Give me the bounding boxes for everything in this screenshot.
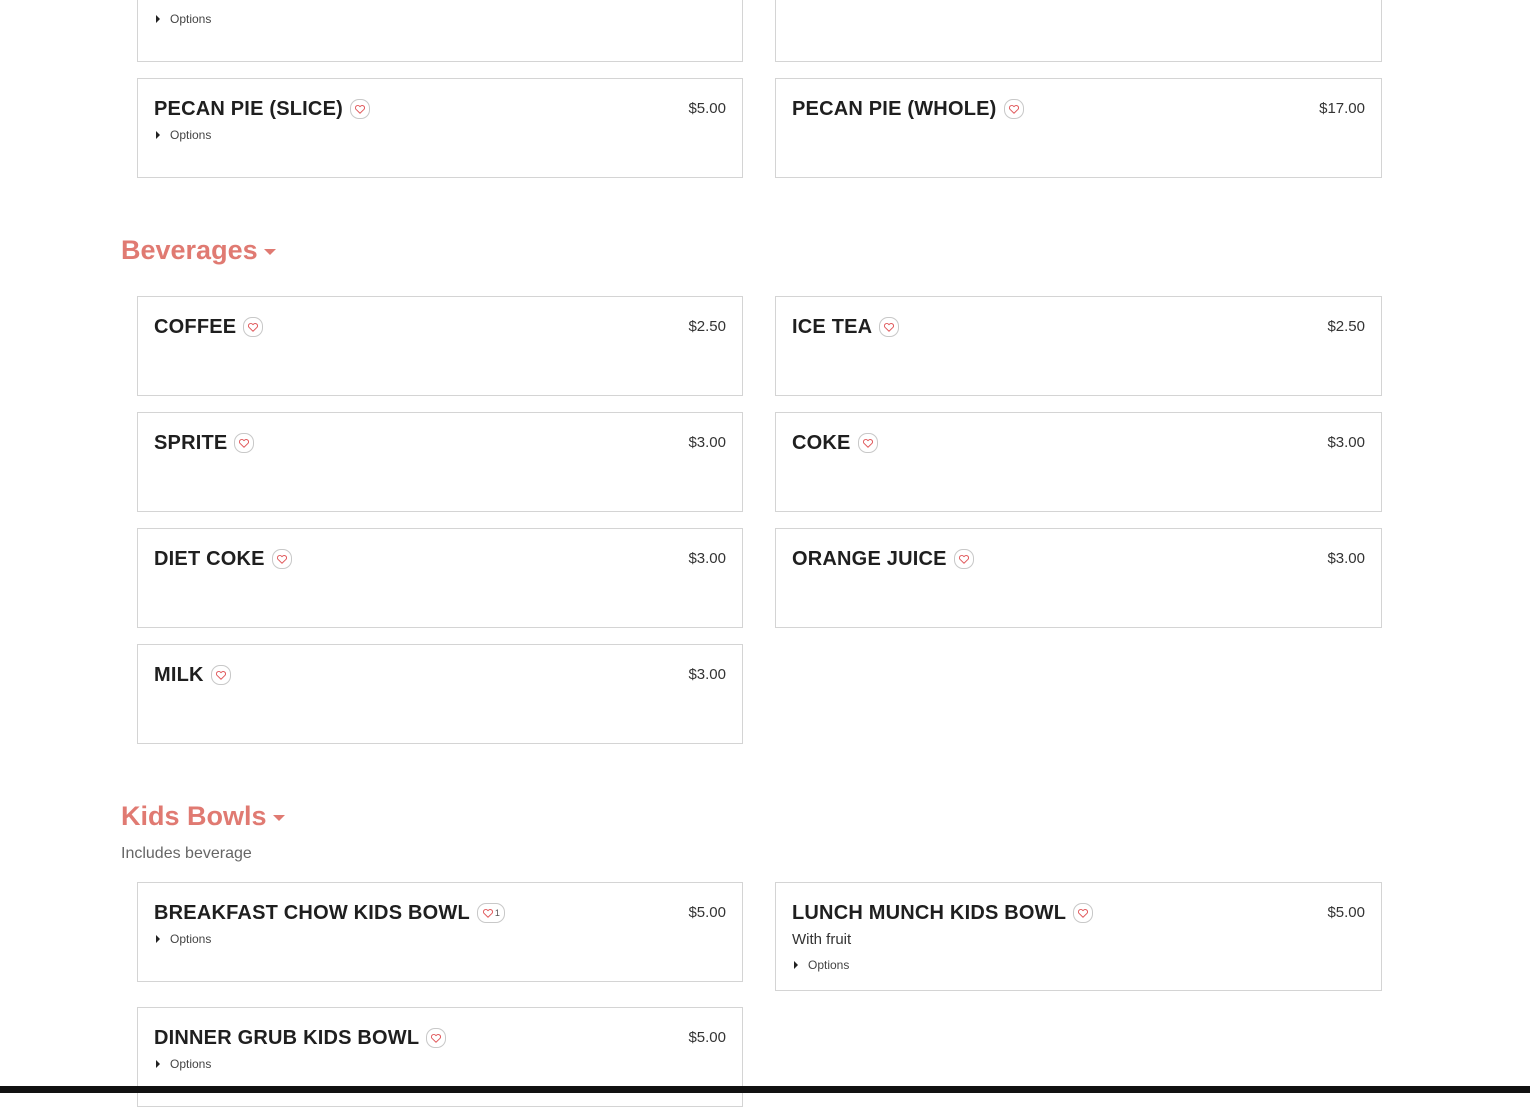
- item-description: With fruit: [792, 931, 852, 948]
- heart-outline-icon: [1008, 105, 1019, 114]
- menu-item-card[interactable]: BREAKFAST CHOW KIDS BOWL 1 $5.00 Options: [137, 882, 743, 982]
- item-price: $5.00: [688, 904, 726, 921]
- favorite-button[interactable]: [210, 665, 231, 685]
- menu-item-card[interactable]: MILK $3.00: [137, 644, 743, 744]
- favorite-count: 1: [494, 908, 500, 918]
- item-name: ORANGE JUICE: [792, 548, 947, 570]
- item-price: $3.00: [1327, 434, 1365, 451]
- bottom-bar: [0, 1086, 1530, 1093]
- menu-item-card[interactable]: PECAN PIE (SLICE) $5.00 Options: [137, 78, 743, 178]
- options-toggle[interactable]: Options: [156, 932, 211, 946]
- heart-outline-icon: [482, 909, 493, 918]
- favorite-button[interactable]: 1: [476, 903, 505, 923]
- item-name: ICE TEA: [792, 316, 873, 338]
- heart-outline-icon: [248, 323, 259, 332]
- item-price: $2.50: [1327, 318, 1365, 335]
- favorite-button[interactable]: [234, 433, 255, 453]
- caret-right-icon: [156, 15, 160, 23]
- heart-outline-icon: [862, 439, 873, 448]
- heart-outline-icon: [1078, 909, 1089, 918]
- item-price: $5.00: [688, 100, 726, 117]
- heart-outline-icon: [276, 555, 287, 564]
- item-name: LUNCH MUNCH KIDS BOWL: [792, 902, 1067, 924]
- menu-item-card-partial-right[interactable]: [775, 0, 1382, 62]
- heart-outline-icon: [431, 1034, 442, 1043]
- favorite-button[interactable]: [271, 549, 292, 569]
- caret-right-icon: [156, 131, 160, 139]
- menu-item-card[interactable]: PECAN PIE (WHOLE) $17.00: [775, 78, 1382, 178]
- options-label: Options: [170, 128, 212, 142]
- caret-right-icon: [794, 961, 798, 969]
- item-name: COKE: [792, 432, 851, 454]
- favorite-button[interactable]: [349, 99, 370, 119]
- menu-item-card[interactable]: COKE $3.00: [775, 412, 1382, 512]
- menu-item-card-partial-left[interactable]: Options: [137, 0, 743, 62]
- item-price: $5.00: [688, 1029, 726, 1046]
- favorite-button[interactable]: [953, 549, 974, 569]
- favorite-button[interactable]: [243, 317, 264, 337]
- options-toggle[interactable]: Options: [156, 12, 211, 26]
- favorite-button[interactable]: [426, 1028, 447, 1048]
- item-name: MILK: [154, 664, 204, 686]
- item-name: DIET COKE: [154, 548, 265, 570]
- caret-right-icon: [156, 935, 160, 943]
- menu-item-card[interactable]: COFFEE $2.50: [137, 296, 743, 396]
- item-price: $3.00: [688, 550, 726, 567]
- heart-outline-icon: [239, 439, 250, 448]
- section-title-text: Kids Bowls: [121, 801, 267, 831]
- item-price: $3.00: [688, 666, 726, 683]
- heart-outline-icon: [215, 671, 226, 680]
- item-name: COFFEE: [154, 316, 237, 338]
- section-title-kids-bowls[interactable]: Kids Bowls: [121, 801, 285, 832]
- favorite-button[interactable]: [879, 317, 900, 337]
- options-label: Options: [170, 12, 212, 26]
- section-title-beverages[interactable]: Beverages: [121, 235, 276, 266]
- section-title-text: Beverages: [121, 235, 258, 265]
- item-name: PECAN PIE (SLICE): [154, 98, 343, 120]
- item-name: BREAKFAST CHOW KIDS BOWL: [154, 902, 470, 924]
- menu-item-card[interactable]: SPRITE $3.00: [137, 412, 743, 512]
- heart-outline-icon: [354, 105, 365, 114]
- item-price: $3.00: [688, 434, 726, 451]
- options-label: Options: [170, 932, 212, 946]
- favorite-button[interactable]: [857, 433, 878, 453]
- item-price: $17.00: [1319, 100, 1365, 117]
- menu-item-card[interactable]: DIET COKE $3.00: [137, 528, 743, 628]
- options-toggle[interactable]: Options: [794, 958, 849, 972]
- item-name: SPRITE: [154, 432, 228, 454]
- options-label: Options: [170, 1057, 212, 1071]
- options-label: Options: [808, 958, 850, 972]
- heart-outline-icon: [958, 555, 969, 564]
- item-price: $2.50: [688, 318, 726, 335]
- menu-item-card[interactable]: ICE TEA $2.50: [775, 296, 1382, 396]
- caret-right-icon: [156, 1060, 160, 1068]
- item-price: $3.00: [1327, 550, 1365, 567]
- caret-down-icon: [263, 249, 276, 255]
- options-toggle[interactable]: Options: [156, 128, 211, 142]
- item-name: DINNER GRUB KIDS BOWL: [154, 1027, 420, 1049]
- menu-item-card[interactable]: LUNCH MUNCH KIDS BOWL $5.00 With fruit O…: [775, 882, 1382, 991]
- heart-outline-icon: [884, 323, 895, 332]
- item-name: PECAN PIE (WHOLE): [792, 98, 997, 120]
- menu-item-card[interactable]: ORANGE JUICE $3.00: [775, 528, 1382, 628]
- favorite-button[interactable]: [1003, 99, 1024, 119]
- section-subtitle: Includes beverage: [121, 845, 252, 862]
- caret-down-icon: [272, 815, 285, 821]
- favorite-button[interactable]: [1073, 903, 1094, 923]
- options-toggle[interactable]: Options: [156, 1057, 211, 1071]
- item-price: $5.00: [1327, 904, 1365, 921]
